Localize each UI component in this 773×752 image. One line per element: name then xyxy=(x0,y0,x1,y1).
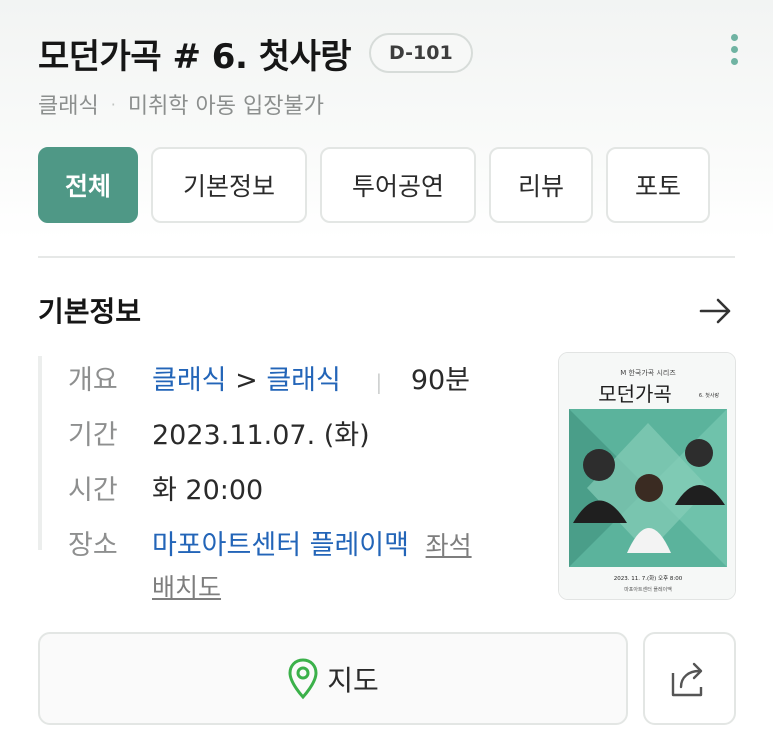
time-value: 화 20:00 xyxy=(152,475,264,506)
poster-episode: 6. 첫사랑 xyxy=(699,392,720,399)
map-button[interactable]: 지도 xyxy=(38,632,628,725)
info-list: 개요 클래식 > 클래식 | 90분 기간 2023.11.07. (화) 시간… xyxy=(38,350,518,602)
title-row: 모던가곡 # 6. 첫사랑 D-101 xyxy=(38,30,753,77)
poster-title: 모던가곡 xyxy=(598,382,672,406)
map-button-label: 지도 xyxy=(327,663,379,697)
tab-basic-info[interactable]: 기본정보 xyxy=(151,147,307,223)
subtitle: 클래식 · 미취학 아동 입장불가 xyxy=(38,88,753,120)
poster-date: 2023. 11. 7.(화) 오후 8:00 xyxy=(614,575,683,582)
tab-all[interactable]: 전체 xyxy=(38,147,138,223)
period-value: 2023.11.07. (화) xyxy=(152,420,370,451)
seat-map-link[interactable]: 좌석 xyxy=(426,531,472,560)
seat-map-link-continued[interactable]: 배치도 xyxy=(152,568,221,604)
tab-bar: 전체 기본정보 투어공연 리뷰 포토 xyxy=(38,147,723,223)
subtitle-separator: · xyxy=(110,94,116,114)
age-restriction-text: 미취학 아동 입장불가 xyxy=(127,94,324,119)
tab-tour[interactable]: 투어공연 xyxy=(320,147,476,223)
time-label: 시간 xyxy=(68,475,118,506)
tab-photo[interactable]: 포토 xyxy=(606,147,710,223)
share-button[interactable] xyxy=(643,632,736,725)
map-pin-icon xyxy=(288,657,318,699)
genre-sub-link[interactable]: 클래식 xyxy=(266,365,341,396)
row-separator: | xyxy=(375,370,383,394)
poster-image[interactable]: M 한국가곡 시리즈 모던가곡 6. 첫사랑 2023. 11. 7.(화) 오… xyxy=(558,352,736,600)
arrow-right-icon[interactable] xyxy=(699,296,733,326)
genre-arrow: > xyxy=(235,365,258,396)
more-vertical-icon[interactable] xyxy=(731,34,739,70)
page-title: 모던가곡 # 6. 첫사랑 xyxy=(38,36,352,77)
period-row: 기간 2023.11.07. (화) xyxy=(38,405,518,460)
venue-link[interactable]: 마포아트센터 플레이맥 xyxy=(152,530,409,561)
dday-badge: D-101 xyxy=(369,33,473,73)
poster-series: M 한국가곡 시리즈 xyxy=(620,368,676,377)
divider xyxy=(38,256,735,258)
poster-venue: 마포아트센터 플레이맥 xyxy=(624,586,672,593)
section-title: 기본정보 xyxy=(38,295,142,328)
overview-row: 개요 클래식 > 클래식 | 90분 xyxy=(38,350,518,405)
header: 모던가곡 # 6. 첫사랑 D-101 클래식 · 미취학 아동 입장불가 xyxy=(38,30,753,120)
period-label: 기간 xyxy=(68,420,118,451)
share-icon xyxy=(671,662,702,696)
duration-value: 90분 xyxy=(410,365,471,396)
venue-row: 장소 마포아트센터 플레이맥 좌석 xyxy=(38,515,518,570)
venue-label: 장소 xyxy=(68,530,118,561)
genre-text: 클래식 xyxy=(38,94,99,119)
genre-main-link[interactable]: 클래식 xyxy=(152,365,227,396)
overview-label: 개요 xyxy=(68,365,118,396)
time-row: 시간 화 20:00 xyxy=(38,460,518,515)
tab-review[interactable]: 리뷰 xyxy=(489,147,593,223)
